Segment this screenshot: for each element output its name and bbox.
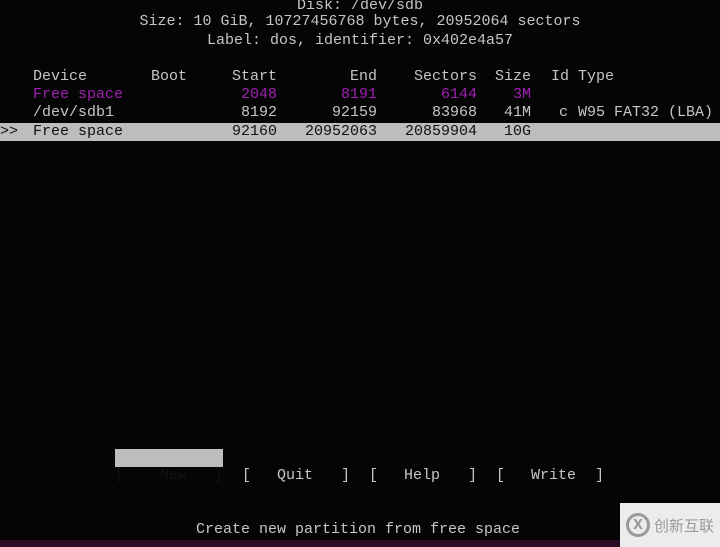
watermark-logo: X 创新互联 <box>620 503 720 547</box>
row-type: W95 FAT32 (LBA) <box>578 104 714 121</box>
quit-label: Quit <box>277 467 314 484</box>
row-end: 8191 <box>340 86 377 103</box>
row-sectors: 20859904 <box>404 123 477 140</box>
help-button[interactable]: [Help] <box>369 449 477 484</box>
row-end: 92159 <box>331 104 377 121</box>
logo-text: 创新互联 <box>653 516 714 535</box>
row-sectors: 6144 <box>440 86 477 103</box>
row-device: /dev/sdb1 <box>33 104 115 121</box>
row-start: 2048 <box>240 86 277 103</box>
quit-button[interactable]: [Quit] <box>242 449 350 484</box>
col-size: Size <box>494 68 531 85</box>
row-id: c <box>559 104 569 121</box>
row-size: 10G <box>503 123 531 140</box>
col-id: Id <box>551 68 570 85</box>
row-start: 92160 <box>231 123 277 140</box>
col-end: End <box>349 68 377 85</box>
row-size: 3M <box>512 86 531 103</box>
write-label: Write <box>531 467 577 484</box>
col-start: Start <box>231 68 277 85</box>
disk-label: Label: dos, identifier: 0x402e4a57 <box>206 32 514 49</box>
logo-icon: X <box>625 513 650 537</box>
col-type: Type <box>578 68 615 85</box>
new-label: New <box>160 467 188 484</box>
row-device: Free space <box>33 123 124 140</box>
row-end: 20952063 <box>304 123 377 140</box>
col-device: Device <box>33 68 88 85</box>
help-label: Help <box>404 467 441 484</box>
row-sectors: 83968 <box>431 104 477 121</box>
row-size: 41M <box>503 104 531 121</box>
row-start: 8192 <box>240 104 277 121</box>
status-message: Create new partition from free space <box>196 521 521 538</box>
write-button[interactable]: [Write] <box>496 449 604 484</box>
bottom-strip <box>0 540 720 547</box>
disk-size: Size: 10 GiB, 10727456768 bytes, 2095206… <box>139 13 581 30</box>
new-button[interactable]: [New] <box>115 449 223 484</box>
row-cursor: >> <box>0 123 19 140</box>
row-device: Free space <box>33 86 124 103</box>
table-row-selected[interactable]: >> Free space 92160 20952063 20859904 10… <box>0 123 720 141</box>
col-sectors: Sectors <box>413 68 477 85</box>
